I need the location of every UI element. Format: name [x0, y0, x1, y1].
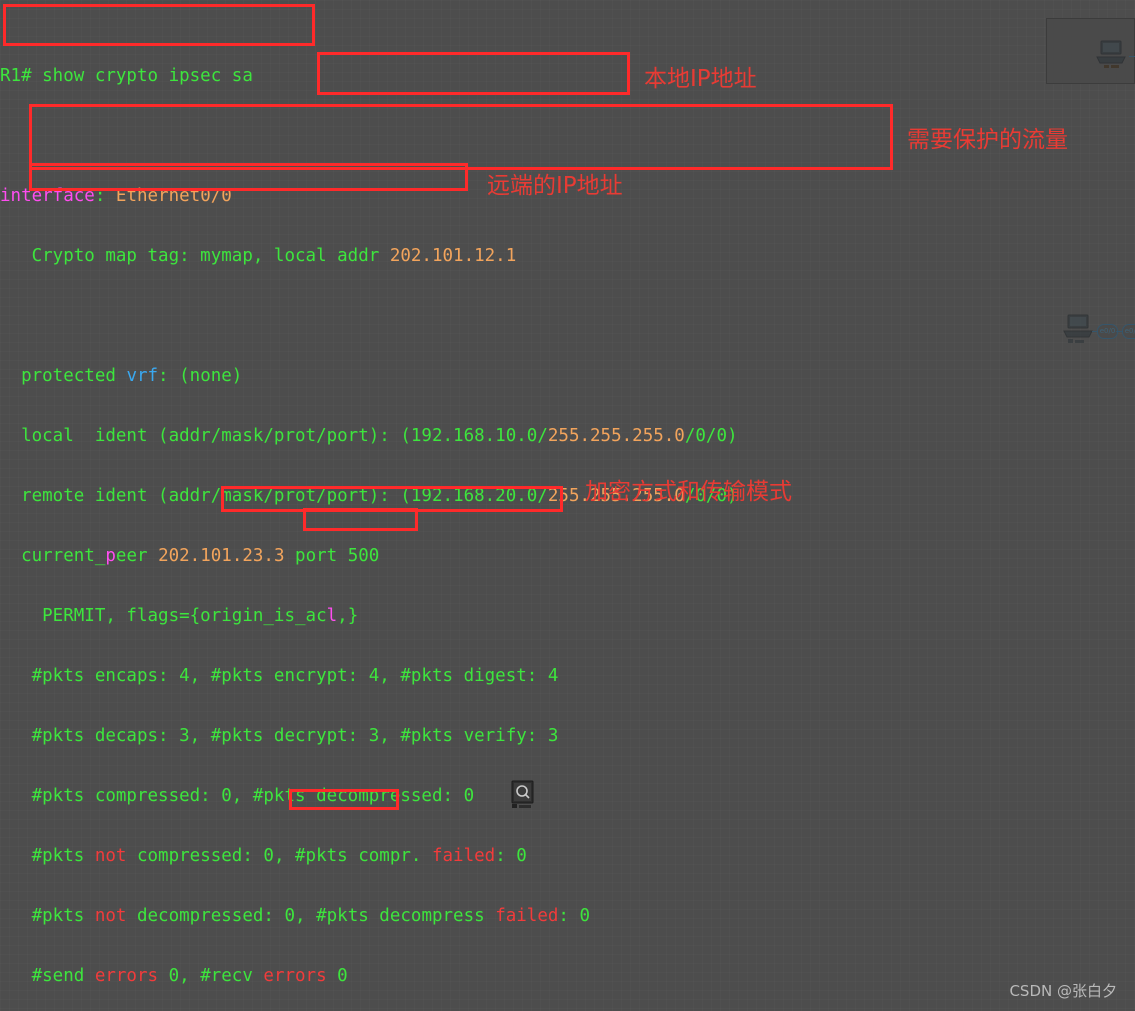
terminal-line-send-errors: #send errors 0, #recv errors 0 [0, 966, 348, 986]
terminal-blank [0, 306, 1135, 326]
terminal-line-cmd: R1# show crypto ipsec sa [0, 66, 253, 86]
terminal-screenshot: e0/0 e0/1 R1# show crypto ipsec sa inter… [0, 0, 1135, 1011]
terminal-line-protected-vrf: protected vrf: (none) [0, 366, 243, 386]
terminal-line-pkts-decaps: #pkts decaps: 3, #pkts decrypt: 3, #pkts… [0, 726, 559, 746]
annotation-label-protected-flow: 需要保护的流量 [907, 127, 1068, 153]
terminal-line-pkts-compressed: #pkts compressed: 0, #pkts decompressed:… [0, 786, 475, 806]
terminal-line-pkts-encaps: #pkts encaps: 4, #pkts encrypt: 4, #pkts… [0, 666, 559, 686]
annotation-label-crypto-mode: 加密方式和传输模式 [585, 479, 792, 505]
annotation-label-remote-ip: 远端的IP地址 [487, 173, 623, 199]
terminal-line-local-ident: local ident (addr/mask/prot/port): (192.… [0, 426, 738, 446]
terminal-line-pkts-notdecompr: #pkts not decompressed: 0, #pkts decompr… [0, 906, 591, 926]
terminal-line-pkts-notcompr: #pkts not compressed: 0, #pkts compr. fa… [0, 846, 527, 866]
terminal-line-cryptomap: Crypto map tag: mymap, local addr 202.10… [0, 246, 517, 266]
annotation-label-local-ip: 本地IP地址 [644, 66, 757, 92]
terminal-line-remote-ident: remote ident (addr/mask/prot/port): (192… [0, 486, 738, 506]
watermark: CSDN @张白夕 [1009, 982, 1117, 1000]
terminal-line-current-peer: current_peer 202.101.23.3 port 500 [0, 546, 380, 566]
book-icon [511, 780, 534, 808]
terminal-line-permit-flags: PERMIT, flags={origin_is_acl,} [0, 606, 359, 626]
